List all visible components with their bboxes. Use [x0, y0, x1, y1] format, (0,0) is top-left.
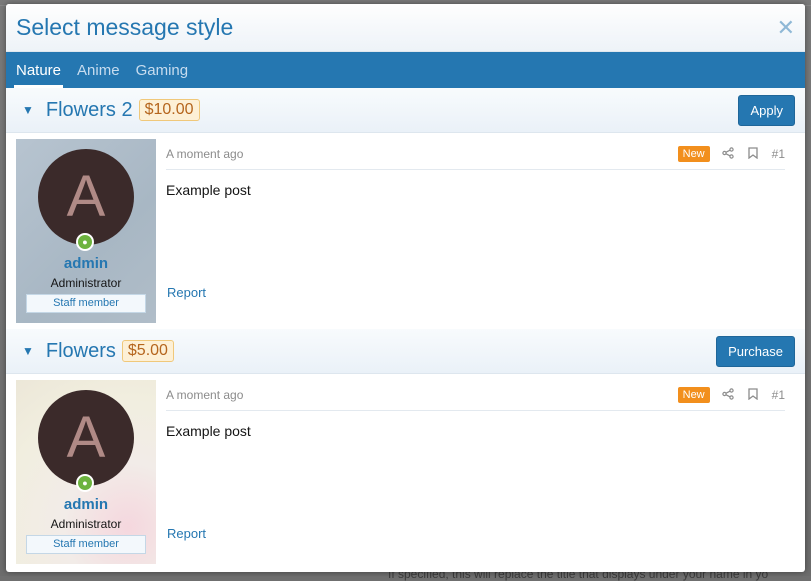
avatar[interactable]: A [38, 149, 134, 245]
bookmark-icon[interactable] [747, 146, 758, 162]
apply-button[interactable]: Apply [738, 94, 795, 126]
preview-post: A ● admin Administrator Staff member A m… [6, 374, 805, 564]
style-title: Flowers 2 [45, 98, 133, 121]
message-arrow [156, 396, 163, 410]
user-title: Administrator [50, 517, 122, 531]
user-card: A ● admin Administrator Staff member [16, 380, 156, 564]
collapse-caret-icon[interactable]: ▼ [22, 103, 34, 117]
message-header: A moment ago New #1 [166, 380, 785, 411]
dialog-header: Select message style ✕ [6, 4, 805, 52]
close-icon[interactable]: ✕ [777, 16, 795, 39]
style-title: Flowers [45, 339, 116, 362]
post-number-link[interactable]: #1 [772, 388, 785, 402]
tab-nature[interactable]: Nature [10, 52, 67, 88]
username-link[interactable]: admin [16, 496, 156, 513]
user-card: A ● admin Administrator Staff member [16, 139, 156, 323]
price-badge: $10.00 [138, 99, 200, 121]
message-content: A moment ago New #1 Example post Report [166, 380, 785, 564]
share-icon[interactable] [721, 146, 734, 162]
online-status-icon: ● [76, 233, 94, 251]
message-content: A moment ago New #1 Example post Report [166, 139, 785, 323]
post-body: Example post [166, 423, 251, 439]
post-time[interactable]: A moment ago [166, 388, 243, 402]
new-badge: New [677, 387, 710, 403]
category-tabs: Nature Anime Gaming [6, 52, 805, 88]
collapse-caret-icon[interactable]: ▼ [22, 344, 34, 358]
staff-banner: Staff member [26, 294, 146, 313]
tab-anime[interactable]: Anime [71, 52, 126, 88]
price-badge: $5.00 [121, 340, 174, 362]
style-section-header: ▼ Flowers $5.00 Purchase [6, 329, 805, 374]
username-link[interactable]: admin [16, 255, 156, 272]
message-header: A moment ago New #1 [166, 139, 785, 170]
purchase-button[interactable]: Purchase [716, 335, 795, 367]
share-icon[interactable] [721, 387, 734, 403]
dialog-title: Select message style [16, 14, 234, 40]
message-arrow [156, 155, 163, 169]
preview-post: A ● admin Administrator Staff member A m… [6, 133, 805, 323]
post-body: Example post [166, 182, 251, 198]
report-link[interactable]: Report [167, 285, 206, 300]
report-link[interactable]: Report [167, 526, 206, 541]
avatar[interactable]: A [38, 390, 134, 486]
post-time[interactable]: A moment ago [166, 147, 243, 161]
tab-gaming[interactable]: Gaming [130, 52, 195, 88]
message-style-dialog: Select message style ✕ Nature Anime Gami… [6, 4, 805, 572]
style-section-header: ▼ Flowers 2 $10.00 Apply [6, 88, 805, 133]
staff-banner: Staff member [26, 535, 146, 554]
new-badge: New [677, 146, 710, 162]
bookmark-icon[interactable] [747, 387, 758, 403]
online-status-icon: ● [76, 474, 94, 492]
user-title: Administrator [50, 276, 122, 290]
post-number-link[interactable]: #1 [772, 147, 785, 161]
